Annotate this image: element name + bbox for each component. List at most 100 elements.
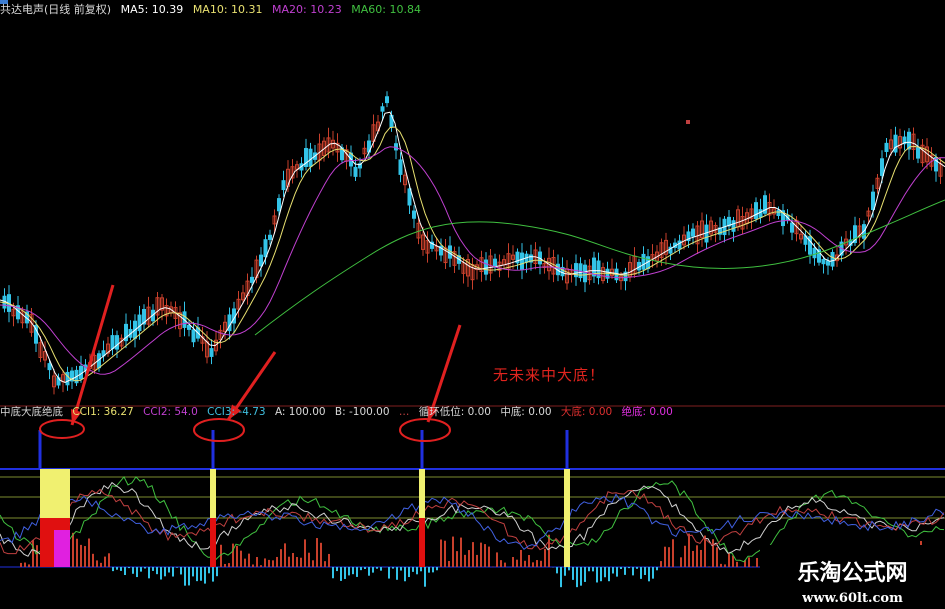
candle-body [691,228,695,237]
candle-body [47,363,52,371]
histogram-bar [380,567,382,571]
histogram-bar [300,557,302,567]
histogram-bar [752,566,754,567]
histogram-bar [100,562,102,567]
histogram-bar [340,567,342,581]
histogram-bar [556,567,558,574]
candle-body [916,147,920,159]
candle-body [520,252,524,270]
histogram-bar [456,551,458,567]
histogram-bar [396,567,398,580]
histogram-bar [648,567,650,582]
histogram-bar [80,544,82,567]
histogram-bar [148,567,150,579]
a-value: A: 100.00 [274,406,326,418]
histogram-bar [332,567,334,579]
candle-body [583,264,587,283]
histogram-bar [584,567,586,582]
histogram-bar [224,563,226,567]
candle-body [268,234,272,240]
histogram-bar [672,539,674,567]
histogram-bar [216,567,218,577]
histogram-bar [532,562,534,567]
ma5-line [0,111,945,384]
histogram-bar [264,558,266,567]
histogram-bar [104,556,106,567]
candle-body [308,148,313,167]
abs-bottom-value: 绝底: 0.00 [621,406,673,418]
histogram-bar [512,557,514,567]
candle-body [812,247,817,259]
candle-body [776,209,781,217]
histogram-bar [156,567,158,575]
histogram-bar [176,567,178,568]
histogram-bar [480,542,482,567]
histogram-bar [304,539,306,567]
histogram-bar [288,556,290,567]
histogram-bar [76,538,78,567]
candle-body [209,348,214,357]
candle-body [191,329,196,343]
histogram-bar [188,567,190,586]
histogram-bar [504,562,506,567]
histogram-bar [276,556,278,567]
watermark-name: 乐淘公式网 [797,560,908,586]
histogram-bar [608,567,610,582]
candle-body [110,335,115,350]
histogram-bar [260,565,262,567]
histogram-bar [436,567,438,571]
histogram-bar [708,566,710,567]
histogram-bar [236,545,238,567]
histogram-bar [364,567,366,570]
histogram-bar [256,557,258,567]
histogram-bar [336,567,338,572]
histogram-bar [204,567,206,584]
histogram-bar [612,567,614,574]
histogram-bar [664,546,666,567]
candle-body [830,251,835,267]
watermark: 乐淘公式网 www.60lt.com [760,545,945,609]
histogram-bar [520,549,522,567]
histogram-bar [36,545,38,567]
histogram-bar [540,560,542,567]
histogram-bar [428,567,430,573]
histogram-bar [524,560,526,567]
histogram-bar [172,567,174,577]
histogram-bar [468,550,470,567]
histogram-bar [32,540,34,567]
histogram-bar [184,567,186,586]
candlestick-chart[interactable] [0,0,945,609]
histogram-bar [200,567,202,581]
histogram-bar [268,559,270,567]
histogram-bar [628,567,630,569]
candle-body [187,324,191,330]
candle-body [893,134,898,153]
histogram-bar [440,539,442,567]
histogram-bar [112,567,114,572]
histogram-bar [164,567,166,577]
histogram-bar [588,567,590,572]
candle-body [758,209,763,218]
histogram-bar [360,567,362,571]
histogram-bar [748,557,750,567]
candle-body [259,254,263,267]
histogram-bar [564,567,566,576]
histogram-bar [412,567,414,572]
highlight-ellipse [39,419,85,439]
candle-body [790,222,794,233]
histogram-bar [472,542,474,567]
histogram-bar [344,567,346,579]
candle-body [277,198,281,212]
candle-body [880,158,884,176]
histogram-bar [196,567,198,582]
histogram-bar [212,567,214,582]
histogram-bar [232,543,234,567]
histogram-bar [636,567,638,569]
histogram-bar [604,567,606,578]
histogram-bar [684,545,686,567]
histogram-bar [420,567,422,572]
histogram-bar [128,567,130,569]
histogram-bar [712,539,714,567]
signal-yellow-bar [564,469,570,567]
ma10-line [0,126,945,382]
